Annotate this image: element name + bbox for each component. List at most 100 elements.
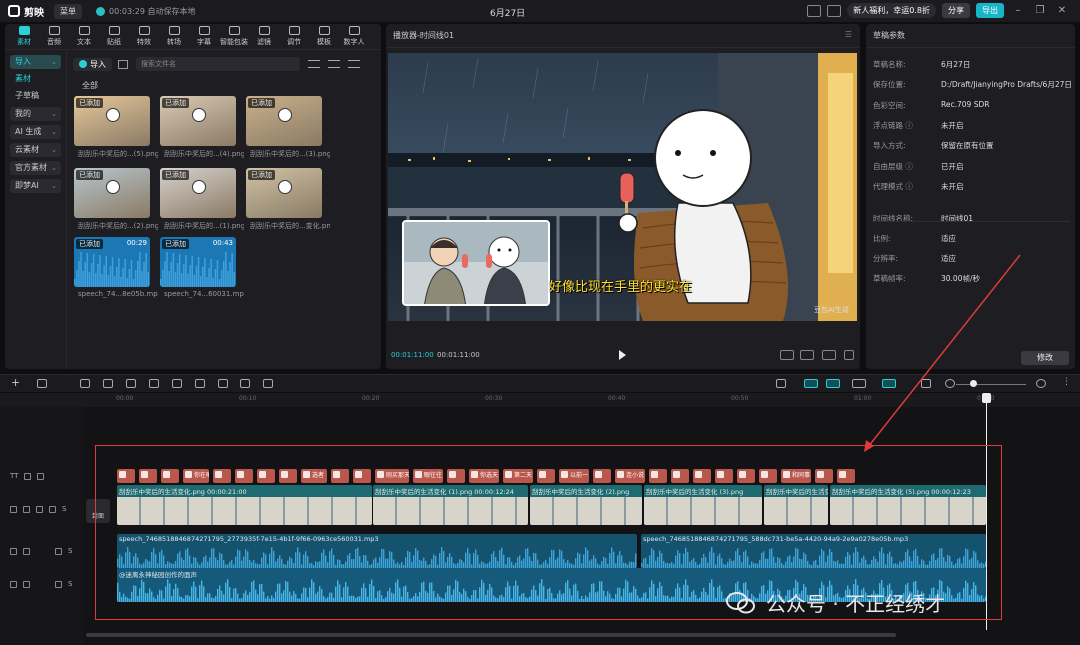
media-thumb[interactable]: 已添加: [246, 96, 322, 146]
video-track-icon: [10, 505, 17, 513]
preview-axis-icon[interactable]: [882, 379, 896, 388]
sort-icon[interactable]: [328, 60, 340, 68]
tool-tab-10[interactable]: 模板: [309, 24, 339, 49]
link-icon[interactable]: [852, 379, 866, 388]
zoom-knob[interactable]: [970, 380, 977, 387]
tool-tab-0[interactable]: 素材: [9, 24, 39, 49]
pip-overlay[interactable]: [402, 220, 550, 306]
split-icon[interactable]: [126, 379, 136, 388]
eye-icon[interactable]: [37, 472, 45, 480]
grid-view-icon[interactable]: [118, 59, 128, 69]
sidebar-item-0[interactable]: 导入 ⌄: [10, 55, 61, 69]
import-button[interactable]: 导入: [73, 57, 112, 71]
zoom-in-icon[interactable]: [1036, 379, 1046, 388]
crop-icon[interactable]: [800, 350, 814, 360]
filter-icon[interactable]: [348, 60, 360, 68]
sidebar-item-4[interactable]: AI 生成 ⌄: [10, 125, 61, 139]
minimize-icon[interactable]: –: [1010, 5, 1026, 16]
lock-icon[interactable]: [23, 505, 30, 513]
zoom-slider[interactable]: [956, 384, 1026, 385]
tool-tab-8[interactable]: 滤镜: [249, 24, 279, 49]
tool-tab-7[interactable]: 智能包装: [219, 24, 249, 49]
delete-icon[interactable]: [195, 379, 205, 388]
volume-icon[interactable]: [55, 547, 62, 555]
ratio-icon[interactable]: [822, 350, 836, 360]
sidebar-item-3[interactable]: 我的 ⌄: [10, 107, 61, 121]
view-options-icon[interactable]: [308, 60, 320, 68]
redo-icon[interactable]: [103, 379, 113, 388]
wechat-account-text: 公众号 · 不正经绣才: [766, 592, 946, 616]
media-thumb[interactable]: 已添加: [246, 168, 322, 218]
export-button[interactable]: 导出: [976, 3, 1004, 18]
microphone-icon[interactable]: [776, 379, 786, 388]
project-title: 6月27日: [490, 9, 526, 19]
volume-icon[interactable]: [49, 505, 56, 513]
tool-tab-5[interactable]: 转场: [159, 24, 189, 49]
subtitle-recognize-icon[interactable]: [240, 379, 250, 388]
menu-icon[interactable]: ☰: [845, 30, 852, 39]
sidebar-item-6[interactable]: 官方素材 ⌄: [10, 161, 61, 175]
subtitle-overlay[interactable]: 好像比现在手里的更实在: [549, 276, 692, 295]
modify-button[interactable]: 修改: [1021, 351, 1069, 365]
lock-icon[interactable]: [23, 547, 30, 555]
share-button[interactable]: 分享: [942, 3, 970, 18]
thumb-figure: [192, 108, 206, 122]
undo-icon[interactable]: [80, 379, 90, 388]
fullscreen-icon[interactable]: [844, 350, 854, 360]
marker-icon[interactable]: [218, 379, 228, 388]
promo-badge[interactable]: 新人福利，幸运0.8折: [847, 3, 936, 18]
tool-tab-2[interactable]: 文本: [69, 24, 99, 49]
prop-value: 6月27日: [941, 60, 971, 69]
quality-icon[interactable]: [780, 350, 794, 360]
more-icon[interactable]: ⋮: [1062, 377, 1072, 387]
video-preview[interactable]: 好像比现在手里的更实在 豆包AI生成: [388, 53, 857, 321]
audio-track-1-header: S: [10, 545, 72, 557]
split-left-icon[interactable]: [149, 379, 159, 388]
sync-icon[interactable]: [263, 379, 273, 388]
tool-tab-label: 转场: [167, 38, 181, 46]
prop-value: 30.00帧/秒: [941, 274, 980, 283]
media-thumb[interactable]: 已添加: [160, 168, 236, 218]
tool-tab-4[interactable]: 特效: [129, 24, 159, 49]
close-icon[interactable]: ✕: [1054, 5, 1070, 16]
tool-tab-9[interactable]: 调节: [279, 24, 309, 49]
media-thumb[interactable]: 已添加: [160, 96, 236, 146]
search-input[interactable]: 搜索文件名: [136, 57, 300, 71]
screen-icon[interactable]: [827, 4, 842, 17]
tool-tab-label: 文本: [77, 38, 91, 46]
tool-tab-6[interactable]: 字幕: [189, 24, 219, 49]
maximize-icon[interactable]: ❐: [1032, 5, 1048, 16]
prop-label: 草稿名称:: [873, 60, 906, 69]
sidebar-item-5[interactable]: 云素材 ⌄: [10, 143, 61, 157]
main-track-magnet-icon[interactable]: [804, 379, 818, 388]
select-tool-icon[interactable]: [37, 379, 47, 388]
sidebar-item-7[interactable]: 即梦AI ⌄: [10, 179, 61, 193]
lock-icon[interactable]: [23, 580, 30, 588]
eye-icon[interactable]: [36, 505, 43, 513]
add-icon[interactable]: +: [11, 376, 21, 389]
lock-icon[interactable]: [24, 472, 32, 480]
split-right-icon[interactable]: [172, 379, 182, 388]
volume-icon[interactable]: [55, 580, 62, 588]
media-thumb[interactable]: 已添加: [74, 168, 150, 218]
menu-button[interactable]: 菜单: [54, 3, 82, 19]
timeline-scrollbar[interactable]: [86, 633, 896, 637]
zoom-out-icon[interactable]: [945, 379, 955, 388]
tool-tab-11[interactable]: 数字人: [339, 24, 369, 49]
play-icon[interactable]: [619, 350, 626, 360]
tool-tab-3[interactable]: 贴纸: [99, 24, 129, 49]
layout-icon[interactable]: [807, 4, 822, 17]
added-badge: 已添加: [76, 239, 103, 249]
media-thumb[interactable]: 已添加: [74, 96, 150, 146]
media-thumb[interactable]: 已添加 00:43: [160, 237, 236, 287]
media-thumb[interactable]: 已添加 00:29: [74, 237, 150, 287]
time-ruler[interactable]: 00:0000:1000:2000:3000:4000:5001:0001:10: [0, 393, 1080, 407]
ruler-tick: 00:00: [116, 395, 134, 402]
sidebar-item-2[interactable]: 子草稿: [10, 89, 61, 103]
media-name: speech_74...60031.mp3: [164, 290, 244, 298]
auto-snap-icon[interactable]: [826, 379, 840, 388]
capcut-logo-icon: [8, 5, 20, 17]
screen-fit-icon[interactable]: [921, 379, 931, 388]
sidebar-item-1[interactable]: 素材: [10, 73, 61, 85]
tool-tab-1[interactable]: 音频: [39, 24, 69, 49]
